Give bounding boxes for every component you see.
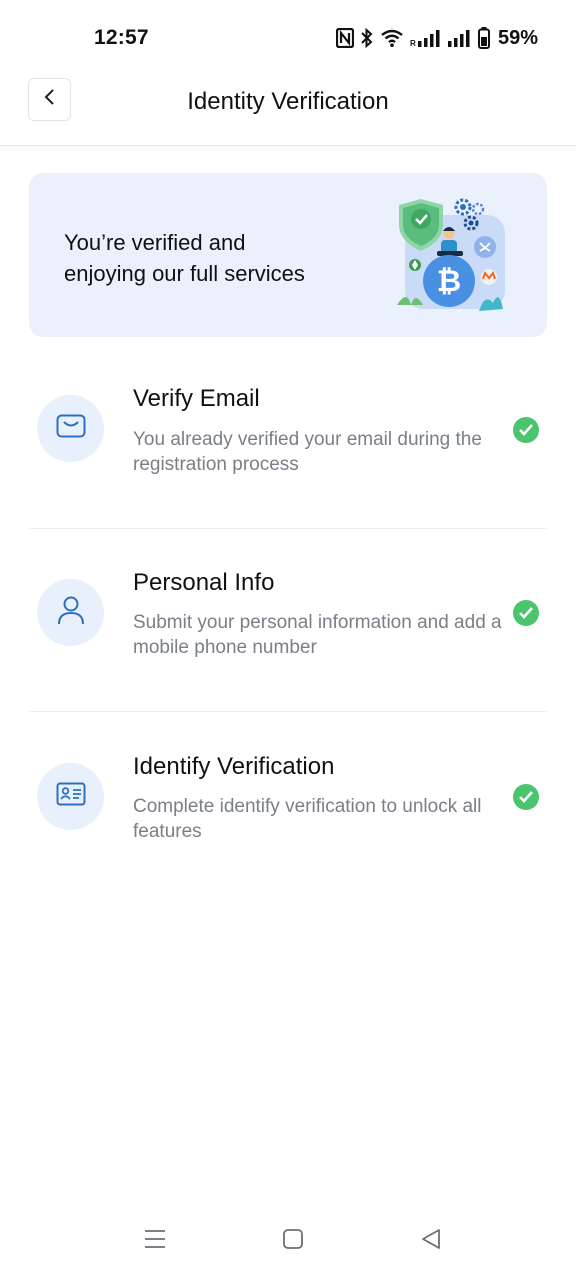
page-title: Identity Verification — [187, 88, 389, 115]
svg-text:R: R — [410, 39, 416, 48]
battery-percent: 59% — [497, 26, 538, 49]
banner-line-1: You’re verified and — [64, 230, 246, 255]
envelope-icon — [56, 414, 86, 443]
signal-icon — [447, 28, 472, 48]
check-circle-icon — [513, 784, 539, 810]
nfc-icon — [335, 28, 354, 48]
back-triangle-icon — [420, 1228, 442, 1255]
list-item-personal-info[interactable]: Personal Info Submit your personal infor… — [29, 528, 547, 712]
home-square-icon — [282, 1228, 304, 1255]
id-card-icon — [56, 782, 86, 811]
crypto-verification-illustration: ₿ — [393, 193, 517, 319]
menu-button[interactable] — [135, 1224, 175, 1258]
status-icons: R 59% — [335, 26, 538, 50]
status-bar: 12:57 R 59% — [0, 0, 576, 72]
check-circle-icon — [513, 417, 539, 443]
svg-text:₿: ₿ — [437, 265, 461, 298]
check-circle-icon — [513, 600, 539, 626]
user-icon — [57, 595, 85, 630]
item-icon-circle — [37, 395, 104, 462]
item-description: Submit your personal information and add… — [133, 612, 502, 658]
banner-message: You’re verified and enjoying our full se… — [64, 227, 364, 289]
bluetooth-icon — [360, 28, 374, 48]
signal-icon: R — [410, 28, 442, 48]
item-description: Complete identify verification to unlock… — [133, 796, 482, 842]
status-time: 12:57 — [94, 26, 149, 49]
battery-icon — [477, 27, 490, 49]
item-icon-circle — [37, 579, 104, 646]
verified-banner: You’re verified and enjoying our full se… — [29, 173, 547, 337]
item-icon-circle — [37, 763, 104, 830]
item-title: Verify Email — [133, 385, 260, 412]
home-button[interactable] — [273, 1224, 313, 1258]
wifi-icon — [380, 28, 404, 48]
back-nav-button[interactable] — [411, 1224, 451, 1258]
item-title: Identify Verification — [133, 753, 335, 780]
menu-icon — [144, 1229, 166, 1254]
identity-verification-screen: 12:57 R 59% Identity Verification You’re… — [0, 0, 576, 1280]
header: Identity Verification — [0, 72, 576, 146]
item-description: You already verified your email during t… — [133, 429, 482, 475]
banner-line-2: enjoying our full services — [64, 261, 305, 286]
item-title: Personal Info — [133, 569, 275, 596]
list-item-identify-verification[interactable]: Identify Verification Complete identify … — [29, 712, 547, 896]
list-item-verify-email[interactable]: Verify Email You already verified your e… — [29, 345, 547, 529]
system-navigation-bar — [0, 1210, 576, 1280]
